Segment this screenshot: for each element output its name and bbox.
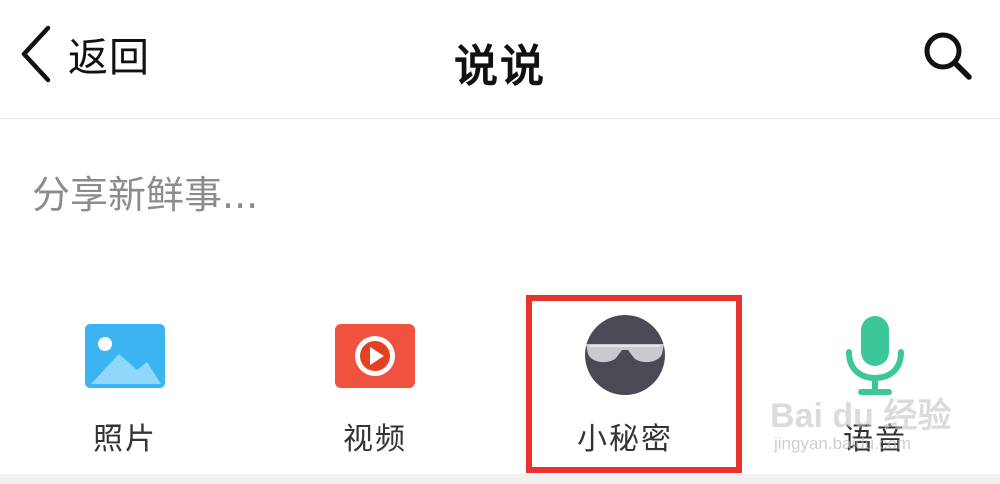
tool-label: 照片 bbox=[93, 422, 157, 457]
screen: 返回 说说 照片 视频 bbox=[0, 0, 1000, 484]
video-icon bbox=[335, 324, 415, 388]
tool-label: 视频 bbox=[343, 422, 407, 457]
header-bar: 返回 说说 bbox=[0, 0, 1000, 119]
page-title: 说说 bbox=[454, 41, 546, 92]
search-icon bbox=[924, 32, 972, 80]
microphone-icon bbox=[846, 316, 904, 395]
photo-icon bbox=[85, 324, 165, 388]
tool-video[interactable]: 视频 bbox=[275, 318, 475, 458]
tool-photo[interactable]: 照片 bbox=[25, 318, 225, 458]
secret-icon bbox=[585, 315, 665, 395]
tool-voice[interactable]: 语音 bbox=[775, 316, 975, 458]
search-button[interactable] bbox=[922, 30, 974, 82]
tool-label: 语音 bbox=[843, 422, 907, 457]
compose-input[interactable] bbox=[32, 160, 952, 230]
tool-secret[interactable]: 小秘密 bbox=[525, 315, 725, 458]
tool-label: 小秘密 bbox=[577, 422, 673, 457]
bottom-divider bbox=[0, 474, 1000, 484]
